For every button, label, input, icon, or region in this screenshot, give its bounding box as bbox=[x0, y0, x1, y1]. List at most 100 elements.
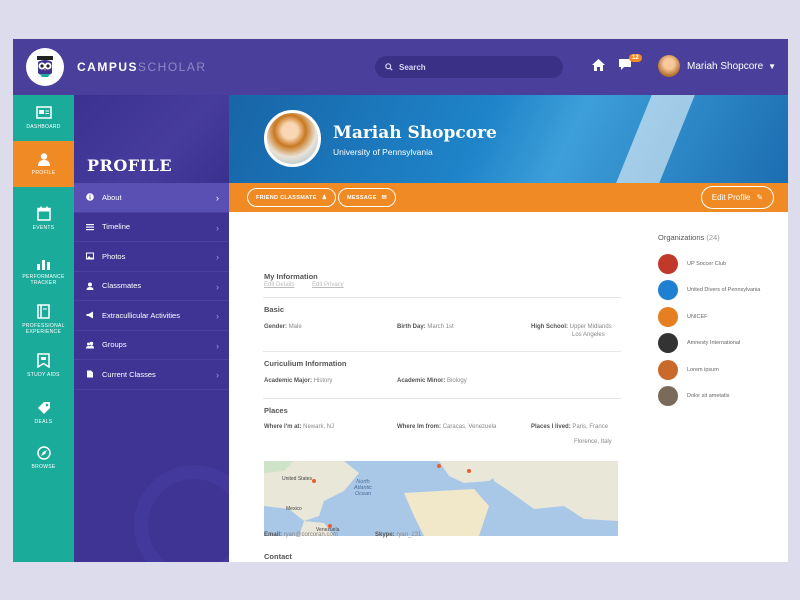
rail-label: BROWSE bbox=[31, 464, 56, 470]
subnav-item-label: Timeline bbox=[102, 222, 131, 232]
subnav-header: PROFILE bbox=[74, 95, 229, 183]
highschool-city: Los Angeles bbox=[572, 332, 605, 338]
map-label-north-atlantic: North Atlantic Ocean bbox=[354, 479, 373, 497]
map-label-united-states: United States bbox=[282, 476, 313, 482]
main-content: Mariah Shopcore University of Pennsylvan… bbox=[229, 95, 788, 562]
rail-item-browse[interactable]: BROWSE bbox=[13, 435, 74, 481]
where-value: Newark, NJ bbox=[303, 424, 335, 430]
edit-details-link[interactable]: Edit Details bbox=[264, 282, 294, 288]
org-item[interactable]: Dolor sit ametatis bbox=[658, 386, 730, 406]
owl-logo-icon[interactable] bbox=[26, 48, 64, 86]
org-logo bbox=[658, 386, 678, 406]
home-icon[interactable] bbox=[591, 58, 606, 72]
subnav-item-about[interactable]: About › bbox=[74, 183, 229, 213]
minor-field: Academic Minor: Biology bbox=[397, 377, 467, 386]
major-value: History bbox=[313, 378, 333, 384]
org-name: Lorem ipsum bbox=[687, 367, 719, 373]
rail-label: EVENTS bbox=[32, 224, 55, 231]
profile-subnav: PROFILE About › Timeline › Photos › Clas… bbox=[74, 95, 229, 562]
org-name: UP Soccer Club bbox=[687, 261, 727, 267]
from-field: Where Im from: Caracas, Venezuela bbox=[397, 423, 496, 432]
subnav-item-label: Extracullicular Activities bbox=[102, 310, 180, 320]
friend-classmate-label: FRIEND CLASSMATE bbox=[256, 194, 317, 201]
basic-title: Basic bbox=[264, 305, 285, 314]
profile-university[interactable]: University of Pennsylvania bbox=[333, 147, 433, 157]
org-item[interactable]: Lorem ipsum bbox=[658, 360, 719, 380]
divider bbox=[263, 398, 621, 399]
subnav-item-groups[interactable]: Groups › bbox=[74, 331, 229, 360]
org-item[interactable]: Amnesty International bbox=[658, 333, 740, 353]
rail-label: DEALS bbox=[34, 419, 53, 425]
rail-item-dashboard[interactable]: DASHBOARD bbox=[13, 95, 74, 141]
edit-privacy-link[interactable]: Edit Privacy bbox=[312, 282, 344, 288]
message-label: MESSAGE bbox=[347, 194, 377, 201]
owl-watermark-icon bbox=[134, 465, 229, 562]
skype-field: Skype: ryan_231 bbox=[375, 531, 421, 540]
org-logo bbox=[658, 333, 678, 353]
gender-label: Gender: bbox=[264, 324, 288, 330]
compass-icon bbox=[36, 446, 51, 460]
places-map[interactable]: United States North Atlantic Ocean Mexic… bbox=[264, 461, 618, 536]
places-title: Places bbox=[264, 406, 288, 415]
icon-rail: DASHBOARD PROFILE EVENTS PERFORMANCE TRA… bbox=[13, 95, 74, 562]
brand-name[interactable]: CAMPUSSCHOLAR bbox=[77, 60, 207, 74]
highschool-label: High School: bbox=[531, 324, 568, 330]
curriculum-title: Curiculium Information bbox=[264, 359, 347, 368]
person-icon bbox=[86, 282, 94, 290]
skype-label: Skype: bbox=[375, 532, 395, 538]
chevron-right-icon: › bbox=[216, 370, 219, 380]
divider bbox=[263, 351, 621, 352]
org-item[interactable]: UP Soccer Club bbox=[658, 254, 726, 274]
person-icon: ♟ bbox=[321, 195, 328, 201]
avatar bbox=[658, 55, 680, 77]
org-logo bbox=[658, 360, 678, 380]
subnav-item-photos[interactable]: Photos › bbox=[74, 242, 229, 272]
lived-value: Paris, France bbox=[572, 424, 609, 430]
user-icon bbox=[37, 153, 50, 166]
subnav-item-current-classes[interactable]: Current Classes › bbox=[74, 360, 229, 390]
skype-value: ryan_231 bbox=[396, 532, 422, 538]
minor-value: Biology bbox=[447, 378, 467, 384]
email-value[interactable]: ryan@corcoran.com bbox=[284, 532, 338, 538]
rail-item-profile[interactable]: PROFILE bbox=[13, 141, 74, 187]
info-icon bbox=[86, 193, 94, 202]
pencil-icon: ✎ bbox=[756, 193, 764, 202]
rail-item-performance-tracker[interactable]: PERFORMANCE TRACKER bbox=[13, 248, 74, 294]
friend-classmate-button[interactable]: FRIEND CLASSMATE ♟ bbox=[247, 188, 337, 207]
organizations-title: Organizations (24) bbox=[658, 233, 720, 242]
profile-name: Mariah Shopcore bbox=[333, 123, 497, 143]
chevron-right-icon: › bbox=[216, 311, 219, 321]
subnav-item-timeline[interactable]: Timeline › bbox=[74, 213, 229, 242]
rail-item-professional-experience[interactable]: PROFESSIONAL EXPERIENCE bbox=[13, 296, 74, 342]
subnav-item-classmates[interactable]: Classmates › bbox=[74, 272, 229, 301]
subnav-item-extracurricular[interactable]: Extracullicular Activities › bbox=[74, 301, 229, 331]
rail-item-study-aids[interactable]: STUDY AIDS bbox=[13, 342, 74, 388]
org-name: United Divers of Pennsylvania bbox=[687, 287, 761, 293]
where-label: Where I'm at: bbox=[264, 424, 302, 430]
user-menu[interactable]: Mariah Shopcore ▼ bbox=[658, 55, 776, 77]
image-icon bbox=[86, 252, 94, 260]
email-label: Email: bbox=[264, 532, 283, 538]
message-button[interactable]: MESSAGE ✉ bbox=[338, 188, 396, 207]
org-item[interactable]: UNICEF bbox=[658, 307, 707, 327]
organizations-count: (24) bbox=[706, 233, 720, 242]
chevron-right-icon: › bbox=[216, 281, 219, 292]
profile-photo[interactable] bbox=[264, 110, 321, 167]
org-item[interactable]: United Divers of Pennsylvania bbox=[658, 280, 760, 300]
search-placeholder: Search bbox=[399, 62, 426, 72]
brand-bold: CAMPUS bbox=[77, 60, 139, 74]
rail-item-deals[interactable]: DEALS bbox=[13, 390, 74, 436]
rail-label: PERFORMANCE TRACKER bbox=[22, 273, 65, 286]
book-icon bbox=[37, 303, 50, 319]
search-icon bbox=[385, 63, 393, 71]
birthday-label: Birth Day: bbox=[397, 324, 426, 330]
lived-field: Places I lived: Paris, France bbox=[531, 423, 608, 432]
rail-label: PROFILE bbox=[31, 170, 56, 176]
edit-profile-button[interactable]: Edit Profile ✎ bbox=[701, 186, 774, 209]
subnav-item-label: About bbox=[102, 192, 122, 202]
rail-item-events[interactable]: EVENTS bbox=[13, 195, 74, 241]
birthday-field: Birth Day: March 1st bbox=[397, 323, 454, 332]
organizations-title-label: Organizations bbox=[658, 233, 705, 242]
search-input[interactable]: Search bbox=[375, 56, 563, 78]
envelope-icon: ✉ bbox=[381, 195, 387, 201]
